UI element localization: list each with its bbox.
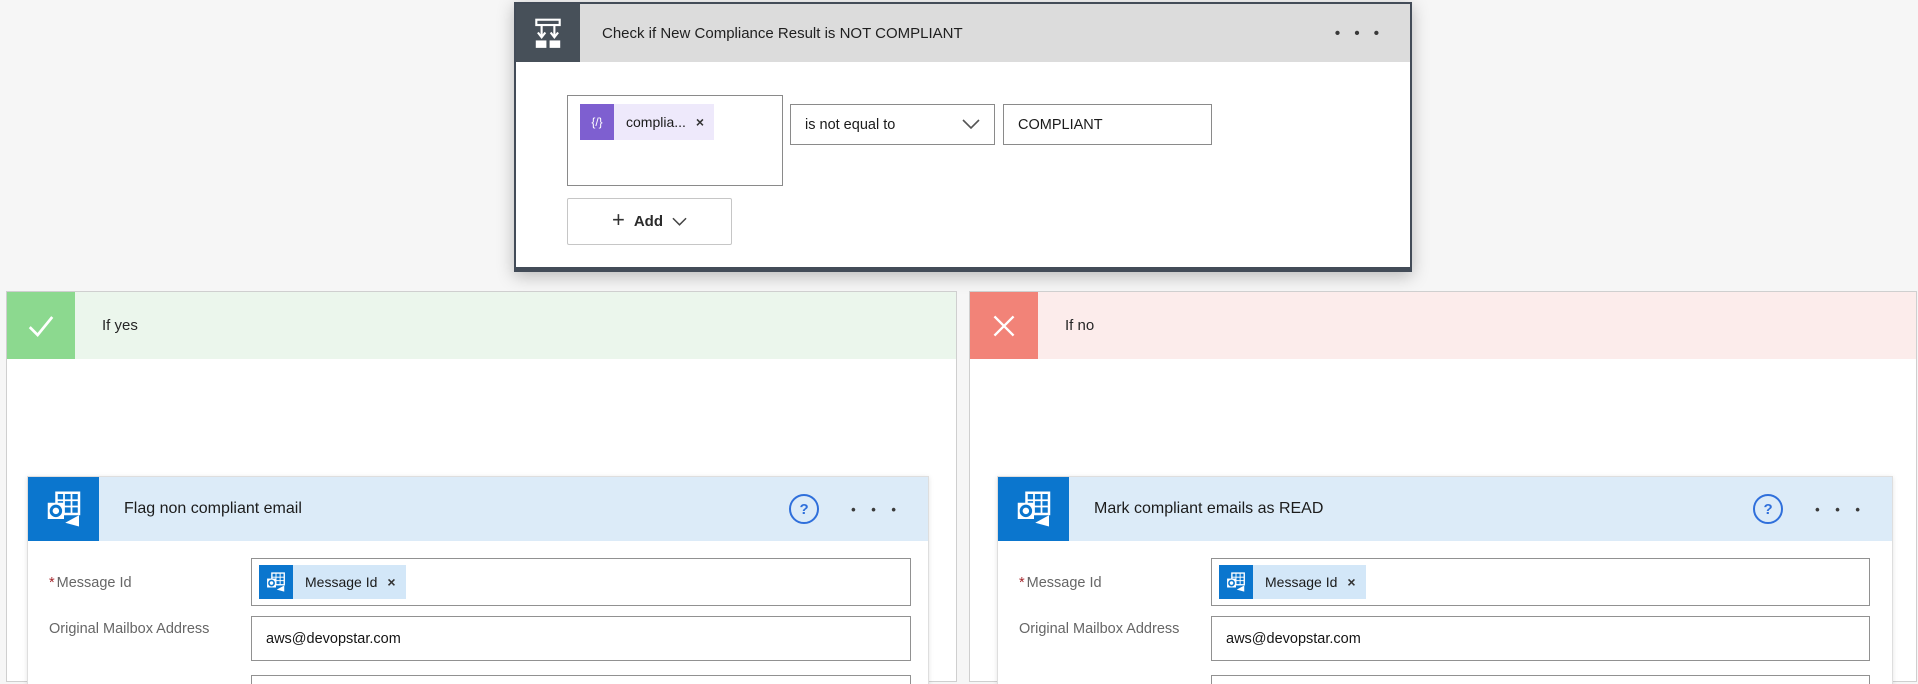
outlook-icon xyxy=(259,565,293,599)
if-yes-body: Flag non compliant email ? • • • * Messag… xyxy=(7,359,956,681)
original-mailbox-input[interactable]: aws@devopstar.com xyxy=(1211,616,1870,661)
help-icon[interactable]: ? xyxy=(1753,494,1783,524)
token-label: complia... xyxy=(614,114,692,130)
flow-designer-canvas: Check if New Compliance Result is NOT CO… xyxy=(0,0,1918,684)
outlook-icon xyxy=(1219,565,1253,599)
action-card-header[interactable]: Flag non compliant email ? • • • xyxy=(28,477,928,541)
if-no-label: If no xyxy=(1038,292,1916,359)
condition-card-header[interactable]: Check if New Compliance Result is NOT CO… xyxy=(516,4,1410,62)
branch-if-yes: If yes xyxy=(6,291,957,682)
token-label: Message Id xyxy=(293,574,383,590)
condition-branch-icon xyxy=(516,4,580,62)
outlook-icon xyxy=(998,477,1069,541)
message-id-input[interactable]: Message Id × xyxy=(251,558,911,606)
condition-left-operand-field[interactable]: {/} complia... × xyxy=(567,95,783,186)
if-yes-label: If yes xyxy=(75,292,956,359)
add-condition-button[interactable]: + Add xyxy=(567,198,732,245)
check-icon xyxy=(7,292,75,359)
action-card-form: * Message Id xyxy=(28,541,928,684)
remove-token-icon[interactable]: × xyxy=(692,114,714,130)
input-value: aws@devopstar.com xyxy=(1226,631,1361,647)
token-label: Message Id xyxy=(1253,574,1343,590)
chevron-down-icon xyxy=(962,117,980,133)
branch-if-no: If no xyxy=(969,291,1917,682)
if-no-body: Mark compliant emails as READ ? • • • * M… xyxy=(970,359,1916,681)
dynamic-content-token[interactable]: Message Id × xyxy=(259,565,406,599)
condition-card-title: Check if New Compliance Result is NOT CO… xyxy=(580,4,1335,62)
plus-icon: + xyxy=(612,207,625,233)
condition-operator-select[interactable]: is not equal to xyxy=(790,104,995,145)
condition-card: Check if New Compliance Result is NOT CO… xyxy=(514,2,1412,272)
action-card-title: Flag non compliant email xyxy=(99,477,789,541)
required-marker: * xyxy=(49,575,55,591)
action-card-header[interactable]: Mark compliant emails as READ ? • • • xyxy=(998,477,1892,541)
action-card-mark-read: Mark compliant emails as READ ? • • • * M… xyxy=(997,476,1893,684)
condition-value-input[interactable]: COMPLIANT xyxy=(1003,104,1212,145)
action-card-title: Mark compliant emails as READ xyxy=(1069,477,1753,541)
mark-as-dropdown[interactable]: Yes xyxy=(1211,675,1870,684)
action-more-menu-button[interactable]: • • • xyxy=(1815,502,1866,517)
field-label-message-id: *Message Id xyxy=(1019,574,1184,593)
field-label-message-id: *Message Id xyxy=(49,574,214,593)
action-card-form: * Message Id xyxy=(998,541,1892,684)
help-icon[interactable]: ? xyxy=(789,494,819,524)
remove-token-icon[interactable]: × xyxy=(1343,574,1365,590)
chevron-down-icon xyxy=(672,213,687,230)
condition-more-menu-button[interactable]: • • • xyxy=(1335,25,1384,42)
message-id-input[interactable]: Message Id × xyxy=(1211,558,1870,606)
operator-value: is not equal to xyxy=(805,117,895,133)
if-yes-header: If yes xyxy=(7,292,956,359)
remove-token-icon[interactable]: × xyxy=(383,574,405,590)
required-marker: * xyxy=(1019,575,1025,591)
action-more-menu-button[interactable]: • • • xyxy=(851,502,902,517)
expression-icon: {/} xyxy=(580,104,614,140)
outlook-icon xyxy=(28,477,99,541)
cross-icon xyxy=(970,292,1038,359)
condition-value-text: COMPLIANT xyxy=(1018,117,1103,133)
condition-card-body: {/} complia... × is not equal to COMPLIA… xyxy=(516,62,1410,267)
field-label-original-mailbox: Original Mailbox Address xyxy=(1019,620,1184,639)
original-mailbox-input[interactable]: aws@devopstar.com xyxy=(251,616,911,661)
dynamic-content-token[interactable]: Message Id × xyxy=(1219,565,1366,599)
if-no-header: If no xyxy=(970,292,1916,359)
add-button-label: Add xyxy=(634,213,663,230)
action-card-flag-email: Flag non compliant email ? • • • * Messag… xyxy=(27,476,929,684)
field-label-original-mailbox: Original Mailbox Address xyxy=(49,620,214,639)
flag-status-dropdown[interactable]: Flagged xyxy=(251,675,911,684)
dynamic-content-token[interactable]: {/} complia... × xyxy=(580,104,714,140)
input-value: aws@devopstar.com xyxy=(266,631,401,647)
